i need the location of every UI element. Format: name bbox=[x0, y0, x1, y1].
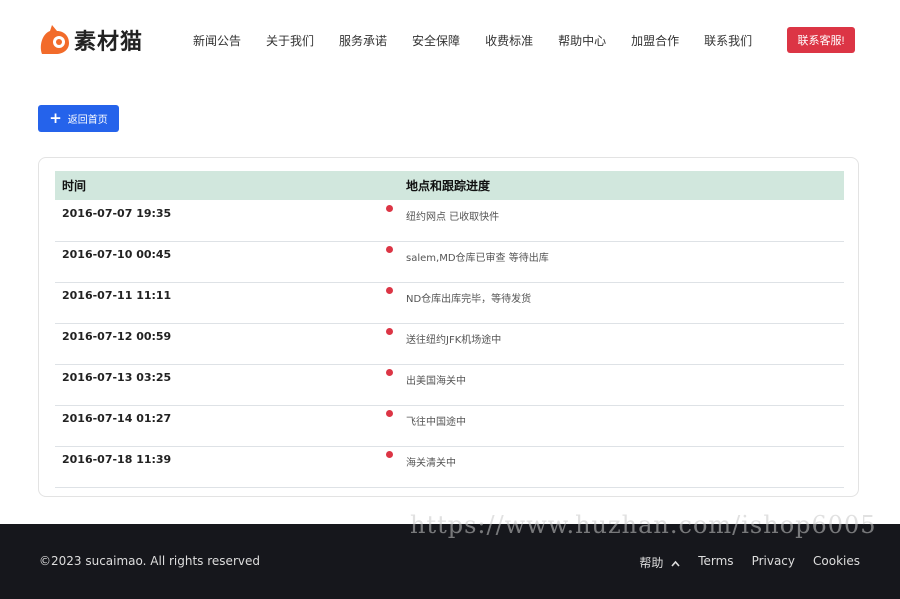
back-home-button[interactable]: + 返回首页 bbox=[38, 105, 119, 132]
status-dot-icon bbox=[386, 410, 393, 417]
footer-link-terms[interactable]: Terms bbox=[698, 554, 733, 571]
status-dot-icon bbox=[386, 287, 393, 294]
tracking-card: 时间 地点和跟踪进度 2016-07-07 19:35 纽约网点 已收取快件 2… bbox=[38, 157, 859, 497]
footer-help-label: 帮助 bbox=[639, 556, 664, 570]
status-dot-icon bbox=[386, 328, 393, 335]
row-time: 2016-07-07 19:35 bbox=[62, 207, 172, 220]
contact-support-button[interactable]: 联系客服! bbox=[787, 27, 855, 53]
row-time: 2016-07-13 03:25 bbox=[62, 371, 172, 384]
nav-item-security[interactable]: 安全保障 bbox=[412, 32, 460, 49]
copyright-text: ©2023 sucaimao. All rights reserved bbox=[39, 554, 260, 568]
cat-logo-icon bbox=[38, 24, 72, 56]
row-description: 纽约网点 已收取快件 bbox=[406, 212, 500, 223]
logo-text: 素材猫 bbox=[74, 29, 144, 55]
site-footer: ©2023 sucaimao. All rights reserved 帮助 T… bbox=[0, 524, 900, 599]
table-row: 2016-07-11 11:11 ND仓库出库完毕，等待发货 bbox=[55, 282, 844, 324]
table-row: 2016-07-18 11:39 海关清关中 bbox=[55, 446, 844, 488]
nav-item-help[interactable]: 帮助中心 bbox=[558, 32, 606, 49]
status-dot-icon bbox=[386, 369, 393, 376]
main-nav: 新闻公告 关于我们 服务承诺 安全保障 收费标准 帮助中心 加盟合作 联系我们 bbox=[193, 32, 777, 49]
footer-link-cookies[interactable]: Cookies bbox=[813, 554, 860, 571]
row-description: 出美国海关中 bbox=[406, 376, 466, 387]
row-description: 飞往中国途中 bbox=[406, 417, 466, 428]
back-home-label: 返回首页 bbox=[67, 115, 108, 126]
site-header: 素材猫 新闻公告 关于我们 服务承诺 安全保障 收费标准 帮助中心 加盟合作 联… bbox=[0, 0, 900, 82]
row-time: 2016-07-14 01:27 bbox=[62, 412, 172, 425]
row-time: 2016-07-10 00:45 bbox=[62, 248, 172, 261]
table-row: 2016-07-12 00:59 送往纽约JFK机场途中 bbox=[55, 323, 844, 365]
table-header: 时间 地点和跟踪进度 bbox=[55, 171, 844, 200]
status-dot-icon bbox=[386, 451, 393, 458]
table-row: 2016-07-13 03:25 出美国海关中 bbox=[55, 364, 844, 406]
nav-item-service[interactable]: 服务承诺 bbox=[339, 32, 387, 49]
status-dot-icon bbox=[386, 246, 393, 253]
nav-item-about[interactable]: 关于我们 bbox=[266, 32, 314, 49]
nav-item-news[interactable]: 新闻公告 bbox=[193, 32, 241, 49]
nav-item-partner[interactable]: 加盟合作 bbox=[631, 32, 679, 49]
row-time: 2016-07-12 00:59 bbox=[62, 330, 172, 343]
plus-icon: + bbox=[49, 109, 62, 127]
row-time: 2016-07-11 11:11 bbox=[62, 289, 172, 302]
row-description: salem,MD仓库已审查 等待出库 bbox=[406, 253, 549, 264]
table-row: 2016-07-10 00:45 salem,MD仓库已审查 等待出库 bbox=[55, 241, 844, 283]
column-header-progress: 地点和跟踪进度 bbox=[406, 179, 491, 193]
row-description: ND仓库出库完毕，等待发货 bbox=[406, 294, 532, 305]
footer-help-dropdown[interactable]: 帮助 bbox=[621, 554, 680, 571]
nav-item-pricing[interactable]: 收费标准 bbox=[485, 32, 533, 49]
status-dot-icon bbox=[386, 205, 393, 212]
row-description: 送往纽约JFK机场途中 bbox=[406, 335, 502, 346]
row-time: 2016-07-18 11:39 bbox=[62, 453, 172, 466]
row-description: 海关清关中 bbox=[406, 458, 456, 469]
footer-link-privacy[interactable]: Privacy bbox=[752, 554, 795, 571]
site-logo[interactable]: 素材猫 bbox=[38, 24, 143, 56]
column-header-time: 时间 bbox=[62, 179, 87, 193]
table-row: 2016-07-14 01:27 飞往中国途中 bbox=[55, 405, 844, 447]
table-row: 2016-07-07 19:35 纽约网点 已收取快件 bbox=[55, 200, 844, 242]
chevron-up-icon bbox=[671, 556, 680, 570]
footer-links: 帮助 Terms Privacy Cookies bbox=[603, 554, 860, 571]
nav-item-contact[interactable]: 联系我们 bbox=[704, 32, 752, 49]
